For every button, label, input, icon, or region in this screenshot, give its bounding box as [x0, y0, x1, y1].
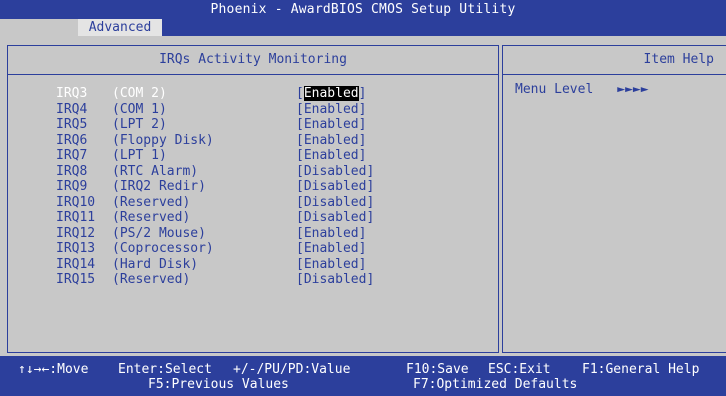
irq-row[interactable]: IRQ6 (Floppy Disk) [Enabled]	[56, 133, 476, 149]
irq-value-field[interactable]: [Enabled]	[296, 257, 366, 273]
irq-number: IRQ7	[56, 148, 88, 163]
irq-device: (RTC Alarm)	[112, 163, 199, 179]
irq-device: (Reserved)	[112, 272, 191, 287]
irq-value: Enabled	[303, 117, 359, 132]
irq-value-field[interactable]: [Enabled]	[296, 86, 366, 102]
irq-value-field[interactable]: [Enabled]	[296, 102, 366, 118]
irq-value: Disabled	[303, 272, 367, 287]
irq-value-field[interactable]: [Disabled]	[296, 272, 374, 288]
bios-title: Phoenix - AwardBIOS CMOS Setup Utility	[0, 0, 726, 19]
irq-row[interactable]: IRQ8 (RTC Alarm) [Disabled]	[56, 164, 476, 180]
irq-device: (LPT 2)	[112, 117, 167, 132]
irq-value: Enabled	[303, 225, 359, 241]
irq-device: (Reserved)	[112, 210, 191, 225]
irq-row[interactable]: IRQ9 (IRQ2 Redir) [Disabled]	[56, 179, 476, 195]
footer-general-help-hint: F1:General Help	[582, 362, 700, 377]
irq-value: Disabled	[303, 163, 367, 179]
irq-value: Enabled	[303, 132, 359, 148]
menu-level-arrows-icon: ►►►►	[617, 82, 649, 97]
irq-value-field[interactable]: [Enabled]	[296, 148, 366, 164]
irq-row[interactable]: IRQ15 (Reserved) [Disabled]	[56, 272, 476, 288]
item-help-panel: Item Help Menu Level ►►►►	[502, 45, 726, 353]
irq-row[interactable]: IRQ14 (Hard Disk) [Enabled]	[56, 257, 476, 273]
irq-row[interactable]: IRQ5 (LPT 2) [Enabled]	[56, 117, 476, 133]
irq-device: (LPT 1)	[112, 148, 167, 163]
irq-number: IRQ4	[56, 101, 88, 117]
footer-optimized-defaults-hint: F7:Optimized Defaults	[413, 377, 578, 392]
irq-number: IRQ5	[56, 117, 88, 132]
irq-device: (Reserved)	[112, 194, 191, 210]
footer-move-hint: ↑↓→←:Move	[18, 362, 89, 377]
irq-device: (PS/2 Mouse)	[112, 225, 206, 241]
irq-device: (Floppy Disk)	[112, 132, 214, 148]
footer-exit-hint: ESC:Exit	[488, 362, 551, 377]
irq-value: Enabled	[303, 101, 359, 117]
irq-number: IRQ6	[56, 132, 88, 148]
irq-value: Enabled	[303, 241, 359, 256]
irq-value-field[interactable]: [Enabled]	[296, 133, 366, 149]
irq-value-field[interactable]: [Disabled]	[296, 195, 374, 211]
irq-list: IRQ3 (COM 2) [Enabled] IRQ4 (COM 1) [Enabled]…	[56, 86, 476, 288]
irq-value-field[interactable]: [Disabled]	[296, 179, 374, 195]
bios-screen: Phoenix - AwardBIOS CMOS Setup Utility A…	[0, 0, 726, 396]
help-panel-title: Item Help	[503, 46, 726, 75]
irq-value: Disabled	[303, 210, 367, 225]
irq-number: IRQ15	[56, 272, 96, 287]
irq-number: IRQ9	[56, 179, 88, 194]
irq-row[interactable]: IRQ12 (PS/2 Mouse) [Enabled]	[56, 226, 476, 242]
footer-value-hint: +/-/PU/PD:Value	[233, 362, 351, 377]
irq-row[interactable]: IRQ3 (COM 2) [Enabled]	[56, 86, 476, 102]
irq-value-field[interactable]: [Enabled]	[296, 117, 366, 133]
irq-device: (COM 2)	[112, 86, 167, 101]
irq-monitoring-panel: IRQs Activity Monitoring IRQ3 (COM 2) [Ena…	[7, 45, 499, 353]
irq-number: IRQ13	[56, 241, 96, 256]
irq-value: Disabled	[303, 194, 367, 210]
menu-level-line: Menu Level ►►►►	[515, 82, 649, 97]
footer-save-hint: F10:Save	[406, 362, 469, 377]
irq-row[interactable]: IRQ7 (LPT 1) [Enabled]	[56, 148, 476, 164]
irq-device: (COM 1)	[112, 101, 167, 117]
irq-number: IRQ14	[56, 256, 96, 272]
irq-number: IRQ12	[56, 225, 96, 241]
irq-value: Enabled	[303, 86, 359, 101]
irq-number: IRQ11	[56, 210, 96, 225]
tab-bar	[162, 19, 726, 36]
irq-device: (IRQ2 Redir)	[112, 179, 206, 194]
irq-value-field[interactable]: [Enabled]	[296, 226, 366, 242]
footer-select-hint: Enter:Select	[118, 362, 212, 377]
footer-previous-values-hint: F5:Previous Values	[148, 377, 289, 392]
menu-level-label: Menu Level	[515, 82, 594, 97]
tab-advanced[interactable]: Advanced	[78, 19, 162, 36]
irq-row[interactable]: IRQ13 (Coprocessor) [Enabled]	[56, 241, 476, 257]
panel-title: IRQs Activity Monitoring	[8, 46, 498, 75]
irq-row[interactable]: IRQ11 (Reserved) [Disabled]	[56, 210, 476, 226]
irq-value-field[interactable]: [Disabled]	[296, 164, 374, 180]
irq-number: IRQ8	[56, 163, 88, 179]
irq-row[interactable]: IRQ10 (Reserved) [Disabled]	[56, 195, 476, 211]
irq-value-field[interactable]: [Disabled]	[296, 210, 374, 226]
irq-value: Disabled	[303, 179, 367, 194]
irq-value: Enabled	[303, 256, 359, 272]
irq-device: (Coprocessor)	[112, 241, 214, 256]
irq-value: Enabled	[303, 148, 359, 163]
key-help-footer: ↑↓→←:Move Enter:Select +/-/PU/PD:Value F…	[0, 356, 726, 396]
irq-value-field[interactable]: [Enabled]	[296, 241, 366, 257]
irq-number: IRQ3	[56, 86, 88, 101]
irq-row[interactable]: IRQ4 (COM 1) [Enabled]	[56, 102, 476, 118]
irq-device: (Hard Disk)	[112, 256, 199, 272]
irq-number: IRQ10	[56, 194, 96, 210]
